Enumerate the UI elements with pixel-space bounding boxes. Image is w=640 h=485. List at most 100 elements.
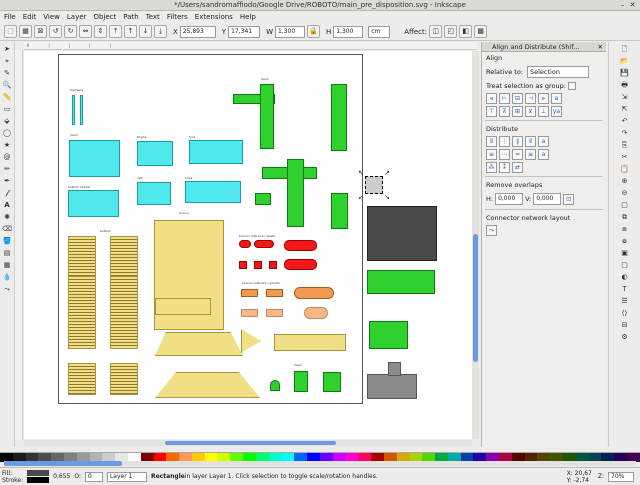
scale-handle-icon[interactable]: ↖ bbox=[358, 169, 364, 177]
head-part[interactable] bbox=[270, 380, 280, 391]
dropper-tool-icon[interactable]: 💧 bbox=[2, 272, 13, 282]
menu-extensions[interactable]: Extensions bbox=[195, 12, 233, 23]
distribute-text-v-icon[interactable]: a bbox=[538, 149, 549, 160]
menu-path[interactable]: Path bbox=[123, 12, 138, 23]
print-icon[interactable]: 🖶 bbox=[620, 80, 630, 90]
group-icon[interactable]: ▣ bbox=[620, 248, 630, 258]
menu-edit[interactable]: Edit bbox=[23, 12, 37, 23]
spiral-tool-icon[interactable]: @ bbox=[2, 152, 13, 162]
lock-proportions-icon[interactable]: 🔒 bbox=[307, 25, 320, 38]
align-center-v-icon[interactable]: ⊟ bbox=[512, 93, 523, 104]
knee-part[interactable] bbox=[185, 181, 241, 203]
distribute-right-icon[interactable]: ⫴ bbox=[525, 136, 536, 147]
spray-tool-icon[interactable]: ✺ bbox=[2, 212, 13, 222]
align-right-edge-icon[interactable]: ⫸ bbox=[538, 93, 549, 104]
flip-vertical-icon[interactable]: ⇕ bbox=[94, 25, 107, 38]
menu-text[interactable]: Text bbox=[146, 12, 160, 23]
unit-select[interactable]: cm bbox=[368, 25, 391, 38]
scale-stroke-icon[interactable]: ◫ bbox=[429, 25, 443, 38]
drawing-canvas[interactable]: hip/hand hand thighs foot bottom header … bbox=[24, 51, 472, 439]
distribute-text-h-icon[interactable]: a bbox=[538, 136, 549, 147]
arm-part[interactable] bbox=[260, 84, 274, 149]
align-bottom-edge-icon[interactable]: ⊥ bbox=[538, 106, 549, 117]
lower-to-bottom-icon[interactable]: ⤓ bbox=[154, 25, 167, 38]
palette-scrollbar[interactable] bbox=[4, 461, 636, 466]
redo-icon[interactable]: ↷ bbox=[620, 128, 630, 138]
bucket-tool-icon[interactable]: 🪣 bbox=[2, 236, 13, 246]
ungroup-icon[interactable]: ▢ bbox=[620, 260, 630, 270]
save-icon[interactable]: 💾 bbox=[620, 68, 630, 78]
star-tool-icon[interactable]: ★ bbox=[2, 140, 13, 150]
menu-filters[interactable]: Filters bbox=[167, 12, 188, 23]
align-text-icon[interactable]: ya bbox=[551, 106, 562, 117]
menu-help[interactable]: Help bbox=[240, 12, 256, 23]
distribute-gaps-h-icon[interactable]: ∥ bbox=[512, 136, 523, 147]
distribute-left-icon[interactable]: ⫴ bbox=[486, 136, 497, 147]
x-field[interactable]: 25,893 bbox=[179, 25, 216, 38]
select-all-icon[interactable]: ⬚ bbox=[4, 25, 17, 38]
align-left-icon[interactable]: ⊢ bbox=[499, 93, 510, 104]
import-icon[interactable]: ⇲ bbox=[620, 92, 630, 102]
shoulder-part[interactable] bbox=[287, 159, 304, 227]
stroke-swatch[interactable] bbox=[27, 477, 50, 483]
text-font-icon[interactable]: T bbox=[620, 284, 630, 294]
raise-to-top-icon[interactable]: ⤒ bbox=[109, 25, 122, 38]
orange-part[interactable] bbox=[294, 287, 334, 299]
hand-part[interactable] bbox=[72, 95, 75, 125]
deselect-icon[interactable]: ⊠ bbox=[34, 25, 47, 38]
h-field[interactable]: 1,300 bbox=[333, 25, 364, 38]
foot-part[interactable] bbox=[189, 140, 243, 164]
orange-part[interactable] bbox=[241, 289, 258, 297]
overlap-v-field[interactable]: 0,000 bbox=[533, 193, 562, 205]
base-plate[interactable] bbox=[367, 206, 437, 261]
connector-tool-icon[interactable]: ⤳ bbox=[2, 284, 13, 294]
fill-swatch[interactable] bbox=[27, 470, 50, 476]
measure-tool-icon[interactable]: 📏 bbox=[2, 92, 13, 102]
hip-part[interactable] bbox=[69, 140, 120, 177]
red-part[interactable] bbox=[254, 261, 262, 269]
thigh-part[interactable] bbox=[137, 141, 173, 166]
overlap-h-field[interactable]: 0,000 bbox=[495, 193, 524, 205]
red-part[interactable] bbox=[254, 240, 274, 248]
base-part[interactable] bbox=[367, 374, 417, 399]
align-baseline-icon[interactable]: a bbox=[551, 93, 562, 104]
align-right-icon[interactable]: ⊣ bbox=[525, 93, 536, 104]
new-document-icon[interactable]: 🗋 bbox=[620, 44, 630, 54]
tweak-tool-icon[interactable]: ✎ bbox=[2, 68, 13, 78]
unlink-clone-icon[interactable]: ⧇ bbox=[620, 236, 630, 246]
zoom-page-icon[interactable]: ▢ bbox=[620, 200, 630, 210]
calligraphy-tool-icon[interactable]: 𝒻 bbox=[2, 188, 13, 198]
3d-box-tool-icon[interactable]: ⬙ bbox=[2, 116, 13, 126]
open-icon[interactable]: 📂 bbox=[620, 56, 630, 66]
slatted-part[interactable] bbox=[68, 276, 96, 349]
distribute-center-h-icon[interactable]: ⋮ bbox=[499, 136, 510, 147]
zoom-field[interactable]: 70% bbox=[608, 471, 634, 482]
eraser-tool-icon[interactable]: ⌫ bbox=[2, 224, 13, 234]
calf-part[interactable] bbox=[137, 182, 171, 205]
menu-view[interactable]: View bbox=[43, 12, 60, 23]
export-icon[interactable]: ⇱ bbox=[620, 104, 630, 114]
opacity-field[interactable]: 0 bbox=[84, 471, 103, 482]
distribute-top-icon[interactable]: ≡ bbox=[486, 149, 497, 160]
slatted-part[interactable] bbox=[110, 276, 138, 349]
red-part[interactable] bbox=[284, 259, 317, 270]
stroke-width[interactable]: 0,655 bbox=[53, 473, 70, 480]
distribute-bottom-icon[interactable]: ≡ bbox=[525, 149, 536, 160]
slatted-part[interactable] bbox=[110, 363, 138, 395]
layer-select[interactable]: Layer 1 bbox=[106, 471, 147, 482]
scale-handle-icon[interactable]: ↙ bbox=[358, 193, 364, 201]
y-field[interactable]: 17,341 bbox=[228, 25, 261, 38]
menu-object[interactable]: Object bbox=[93, 12, 116, 23]
orange-part[interactable] bbox=[304, 307, 328, 319]
clone-icon[interactable]: ⧈ bbox=[620, 224, 630, 234]
align-icon[interactable]: ⊟ bbox=[620, 320, 630, 330]
copy-icon[interactable]: ⎘ bbox=[620, 140, 630, 150]
yellow-part[interactable] bbox=[155, 332, 243, 356]
close-icon[interactable]: ✕ bbox=[598, 42, 603, 51]
pen-tool-icon[interactable]: ✒ bbox=[2, 176, 13, 186]
red-part[interactable] bbox=[239, 261, 247, 269]
cut-icon[interactable]: ✂ bbox=[620, 152, 630, 162]
slatted-part[interactable] bbox=[68, 363, 96, 395]
orange-part[interactable] bbox=[241, 309, 258, 317]
remove-overlaps-icon[interactable]: ⊡ bbox=[563, 193, 575, 205]
